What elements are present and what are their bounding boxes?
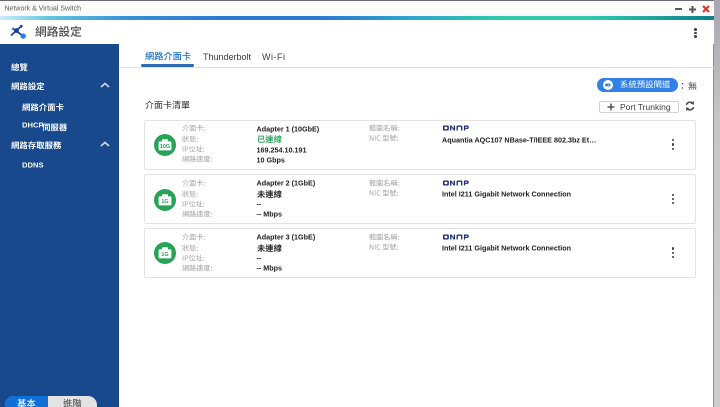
svg-text:1G: 1G [161, 199, 168, 205]
svg-text:10G: 10G [160, 144, 170, 150]
svg-text:1G: 1G [161, 252, 168, 258]
